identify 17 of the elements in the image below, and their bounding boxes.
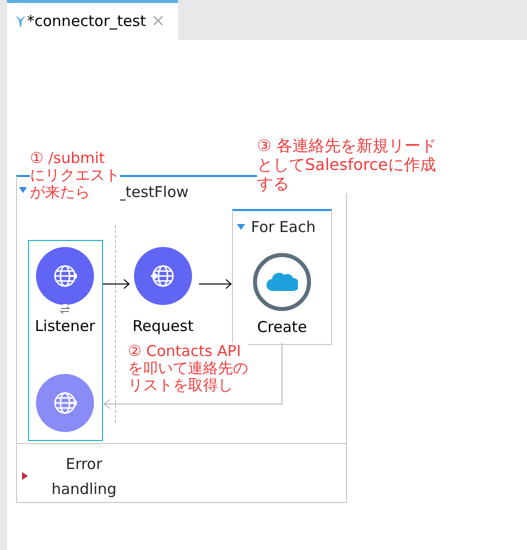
node-label: Request bbox=[132, 316, 194, 337]
connector-arrow bbox=[103, 278, 130, 289]
collapse-icon[interactable] bbox=[237, 224, 245, 230]
mule-icon bbox=[15, 16, 26, 27]
error-handling-label[interactable]: Error handling bbox=[40, 452, 128, 502]
annotation-text: ② Contacts API を叩いて連絡先の リストを取得し bbox=[128, 343, 248, 394]
node-label: Listener bbox=[34, 316, 96, 337]
node-label: Create bbox=[257, 317, 307, 338]
expand-icon[interactable] bbox=[22, 472, 28, 480]
scope-title: For Each bbox=[251, 217, 316, 238]
cloud-icon bbox=[266, 271, 298, 293]
annotation-text: ③ 各連絡先を新規リード としてSalesforceに作成 する bbox=[257, 136, 436, 193]
editor-tab[interactable]: *connector_test × bbox=[7, 0, 178, 40]
annotation-text: ① /submit にリクエスト が来たら bbox=[30, 150, 120, 201]
flow-title: _testFlow bbox=[118, 182, 189, 203]
swap-icon bbox=[59, 304, 71, 316]
connector-arrow bbox=[199, 278, 232, 289]
